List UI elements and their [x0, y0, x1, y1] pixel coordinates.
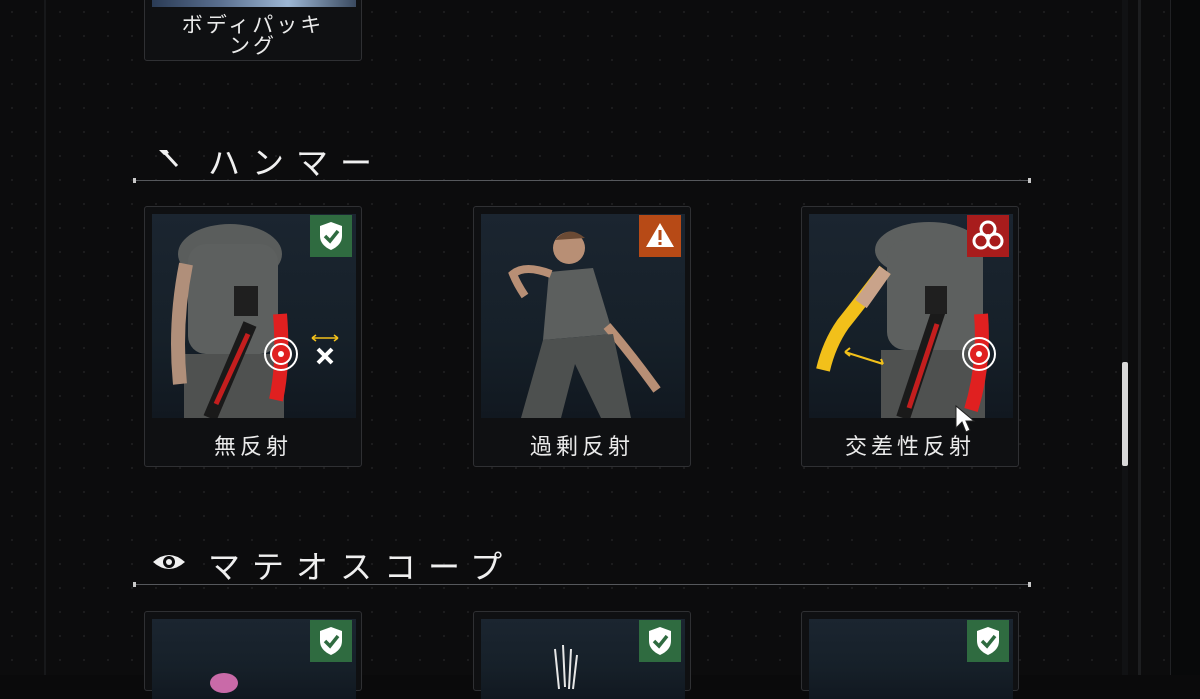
card-body-packing[interactable]: ボディパッキ ング: [144, 0, 362, 61]
card-label: 交差性反射: [844, 435, 975, 460]
card-mateoscope-3[interactable]: [801, 611, 1019, 699]
hammer-icon: [159, 150, 179, 168]
mouse-cursor-icon: [955, 404, 976, 433]
scrollbar-track[interactable]: [1122, 0, 1128, 675]
section-divider: [133, 582, 1031, 587]
biohazard-icon: [967, 215, 1009, 257]
card-mateoscope-2[interactable]: [473, 611, 691, 699]
panel-border-right: [1138, 0, 1141, 675]
section-divider: [133, 178, 1031, 183]
shield-check-icon: [310, 215, 352, 257]
card-crossed-reflex[interactable]: 交差性反射: [801, 206, 1019, 467]
shield-check-icon: [967, 620, 1009, 662]
card-areflexia[interactable]: 無反射: [144, 206, 362, 467]
card-label: 過剰反射: [529, 435, 634, 460]
scrollbar-thumb[interactable]: [1122, 362, 1128, 466]
section-title-mateoscope: マテオスコープ: [208, 548, 515, 586]
shield-check-icon: [639, 620, 681, 662]
card-thumbnail: [152, 0, 356, 7]
card-mateoscope-1[interactable]: [144, 611, 362, 699]
side-frame: [1170, 0, 1200, 675]
shield-check-icon: [310, 620, 352, 662]
section-title-hammer: ハンマー: [208, 144, 385, 182]
card-label: 無反射: [213, 435, 292, 460]
panel-border-left: [44, 0, 46, 675]
eye-icon: [153, 555, 185, 569]
card-label-line2: ング: [229, 34, 277, 58]
warning-icon: [639, 215, 681, 257]
card-hyperreflexia[interactable]: 過剰反射: [473, 206, 691, 467]
